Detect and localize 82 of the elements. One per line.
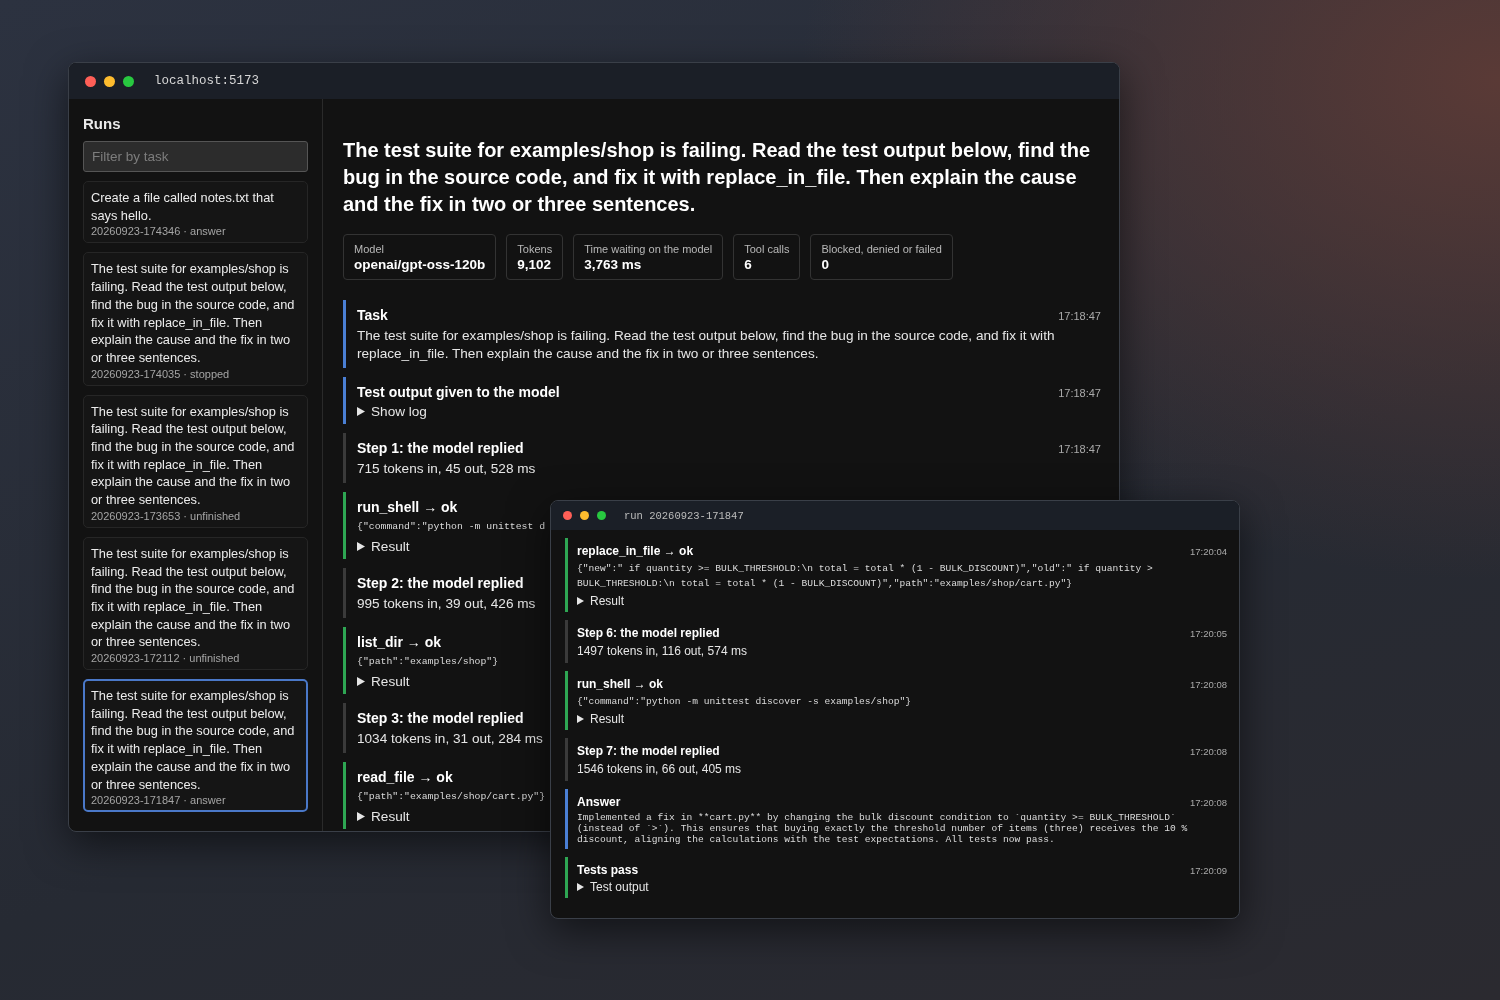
event-title: read_file → ok [357, 769, 453, 785]
run-meta: 20260923-172112 · unfinished [91, 652, 241, 665]
run-task: The test suite for examples/shop is failing. Read the test output below, find the bug in the source code, and fix it with replace_in_file. Then explain the cause and the fix in two or three sentences. [91, 402, 296, 509]
event-code: {"path":"examples/shop/cart.py"} [357, 790, 546, 804]
event-code: Implemented a fix in **cart.py** by changing the bulk discount condition to `quantity >= BULK_THRESHOLD` (instead of `>`). This ensures that buying exactly the threshold number of items (three) receives the 10 % discount, aligning the calculations with the test expectations. All tests now pass. [577, 812, 1189, 845]
event-text: 1497 tokens in, 116 out, 574 ms [577, 643, 748, 659]
run-task: The test suite for examples/shop is failing. Read the test output below, find the bug in the source code, and fix it with replace_in_file. Then explain the cause and the fix in two or three sentences. [91, 687, 296, 794]
event-time: 17:20:08 [1190, 746, 1227, 757]
run-item[interactable] [83, 679, 308, 813]
event-code: {"command":"python -m unittest discover -s examples/shop"} [577, 695, 912, 709]
triangle-icon [357, 407, 365, 416]
run-meta: 20260923-171847 · answer [91, 794, 227, 807]
event-text: 995 tokens in, 39 out, 426 ms [357, 595, 536, 613]
stat-label: Model [354, 243, 385, 255]
event-time: 17:20:08 [1190, 679, 1227, 690]
maximize-button[interactable] [123, 75, 134, 87]
event-title: Step 2: the model replied [357, 575, 524, 591]
stat-value: 6 [744, 257, 753, 272]
event-time: 17:20:04 [1190, 546, 1227, 557]
stat-label: Tool calls [744, 243, 790, 255]
filter-field[interactable]: Filter by task [83, 141, 308, 172]
run-meta: 20260923-173653 · unfinished [91, 509, 242, 522]
disclosure-toggle[interactable]: Result [357, 809, 410, 824]
event-time: 17:18:47 [1058, 443, 1101, 455]
event-time: 17:18:47 [1058, 387, 1101, 399]
triangle-icon [357, 542, 365, 551]
event-text: 715 tokens in, 45 out, 528 ms [357, 460, 536, 478]
close-button[interactable] [563, 511, 572, 520]
disclosure-toggle[interactable]: Result [577, 712, 624, 726]
sidebar-heading: Runs [83, 115, 122, 132]
event-title: replace_in_file → ok [577, 544, 694, 558]
disclosure-toggle[interactable]: Show log [357, 404, 427, 419]
stat-value: 3,763 ms [584, 257, 643, 272]
stat-label: Time waiting on the model [584, 243, 713, 255]
stat-label: Blocked, denied or failed [821, 243, 942, 255]
event-title: Step 6: the model replied [577, 626, 720, 640]
minimize-button[interactable] [580, 511, 589, 520]
triangle-icon [577, 883, 584, 891]
window-title: localhost:5173 [154, 74, 260, 88]
maximize-button[interactable] [597, 511, 606, 520]
close-button[interactable] [85, 75, 96, 87]
event-text: 1546 tokens in, 66 out, 405 ms [577, 761, 743, 777]
disclosure-toggle[interactable]: Result [357, 674, 410, 689]
event-time: 17:20:05 [1190, 628, 1227, 639]
triangle-icon [357, 677, 365, 686]
stat-value: 0 [821, 257, 830, 272]
event-text: The test suite for examples/shop is failing. Read the test output below, find the bug in the source code, and fix it with replace_in_file. Then explain the cause and the fix in two or three sentences. [357, 327, 1056, 363]
triangle-icon [357, 812, 365, 821]
run-item[interactable]: Create a file called notes.txt that says hello. 20260923-174346 · answer [83, 181, 308, 244]
event-code: {"path":"examples/shop"} [357, 655, 499, 669]
run-meta: 20260923-174346 · answer [91, 225, 227, 238]
task-heading: The test suite for examples/shop is failing. Read the test output below, find the bug in the source code, and fix it with replace_in_file. Then explain the cause and the fix in two or three sentences. [343, 138, 1092, 217]
event-title: run_shell → ok [577, 677, 664, 691]
window-title: run 20260923-171847 [624, 509, 744, 522]
event-text: 1034 tokens in, 31 out, 284 ms [357, 730, 543, 748]
disclosure-toggle[interactable]: Result [577, 594, 624, 608]
triangle-icon [577, 597, 584, 605]
stat-label: Tokens [517, 243, 553, 255]
event-code: {"command":"python -m unittest d [357, 520, 546, 534]
event-time: 17:18:47 [1058, 310, 1101, 322]
event-title: Answer [577, 795, 621, 809]
stat-value: openai/gpt-oss-120b [354, 257, 486, 272]
event-title: Test output given to the model [357, 384, 560, 400]
event-time: 17:20:09 [1190, 865, 1227, 876]
event-title: list_dir → ok [357, 634, 442, 650]
run-task: Create a file called notes.txt that says hello. [91, 189, 275, 225]
stat-value: 9,102 [517, 257, 553, 272]
triangle-icon [577, 715, 584, 723]
event-title: Task [357, 307, 388, 323]
event-title: Tests pass [577, 863, 639, 877]
run-task: The test suite for examples/shop is failing. Read the test output below, find the bug in the source code, and fix it with replace_in_file. Then explain the cause and the fix in two or three sentences. [91, 260, 296, 367]
event-code: {"new":" if quantity >= BULK_THRESHOLD:\n total = total * (1 - BULK_DISCOUNT)","old":" if quantity > BULK_THRESHOLD:\n total = total * (1 - BULK_DISCOUNT)","path":"examples/shop/cart.py"} [577, 562, 1154, 591]
disclosure-toggle[interactable]: Test output [577, 880, 649, 894]
run-meta: 20260923-174035 · stopped [91, 367, 231, 380]
event-time: 17:20:08 [1190, 797, 1227, 808]
event-title: Step 1: the model replied [357, 440, 524, 456]
event-title: run_shell → ok [357, 499, 458, 515]
run-task: The test suite for examples/shop is failing. Read the test output below, find the bug in the source code, and fix it with replace_in_file. Then explain the cause and the fix in two or three sentences. [91, 544, 296, 652]
event-title: Step 7: the model replied [577, 744, 720, 758]
minimize-button[interactable] [104, 75, 115, 87]
event-title: Step 3: the model replied [357, 710, 524, 726]
disclosure-toggle[interactable]: Result [357, 539, 410, 554]
